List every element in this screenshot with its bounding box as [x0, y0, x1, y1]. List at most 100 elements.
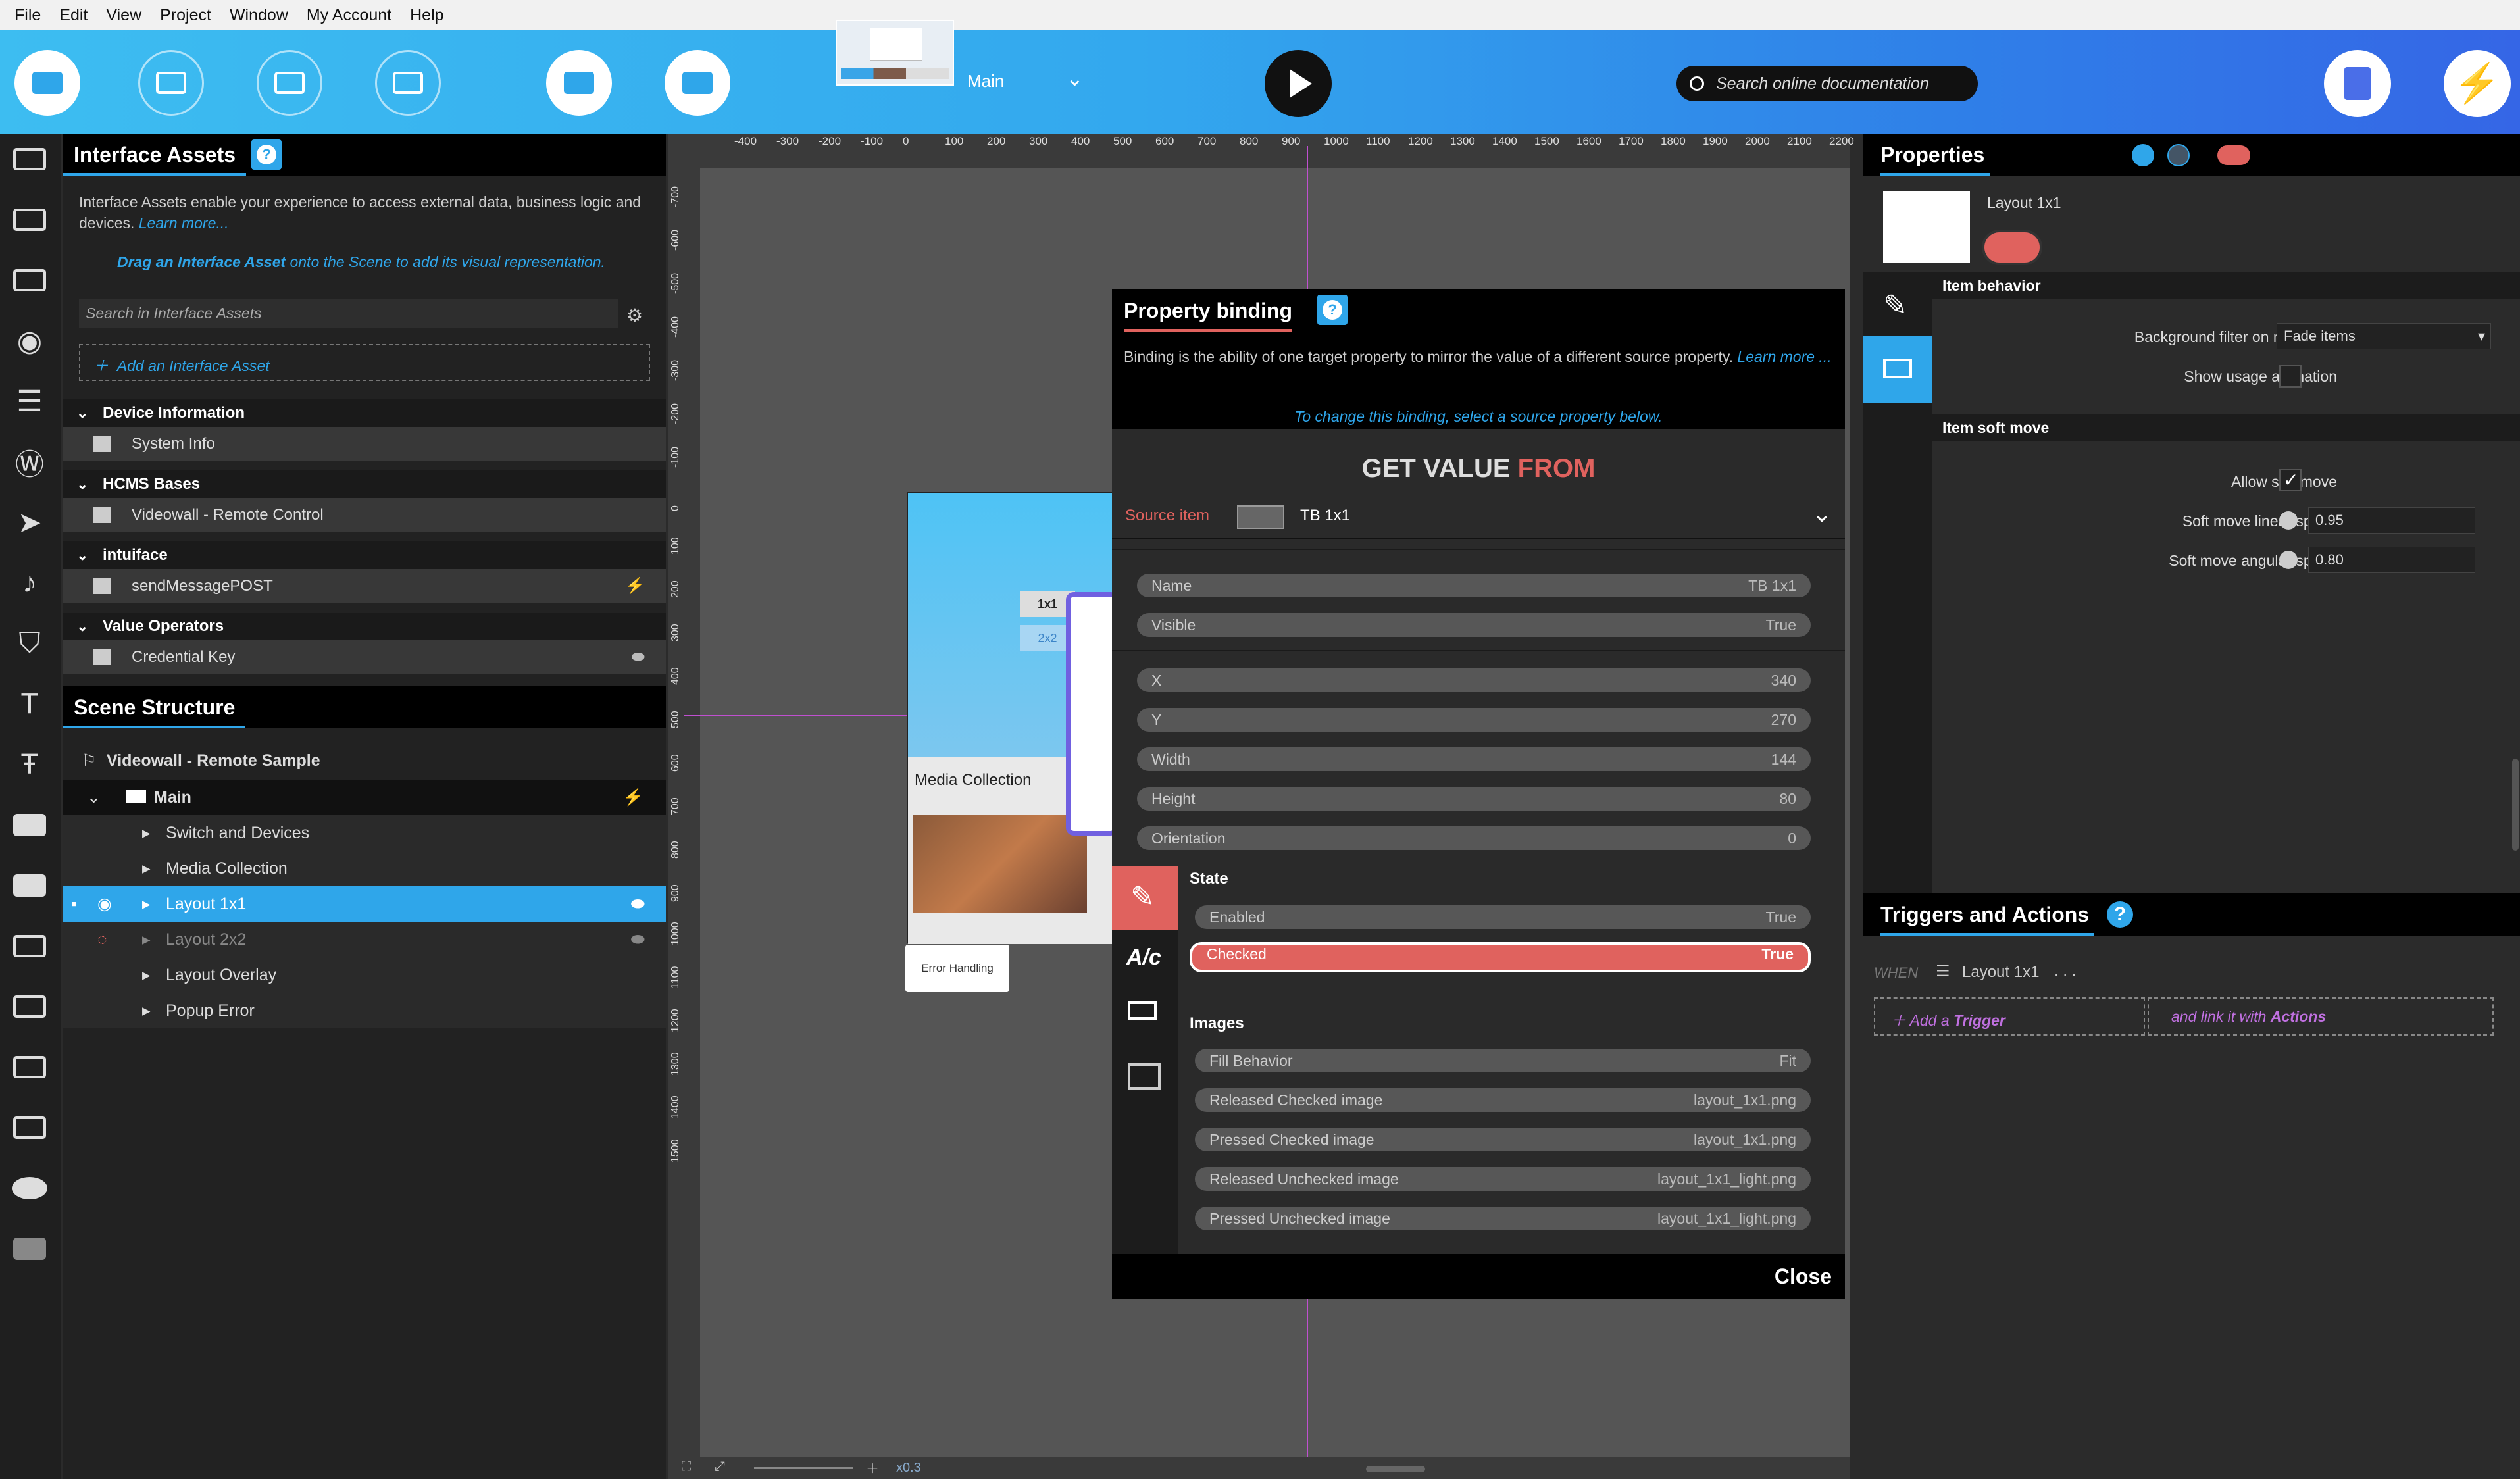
checkbox-icon[interactable]: [10, 1049, 49, 1085]
tree-item-media-collection[interactable]: ▸ Media Collection: [63, 851, 666, 886]
learn-more-link[interactable]: Learn more...: [139, 214, 229, 232]
prop-name[interactable]: Name TB 1x1: [1137, 574, 1811, 597]
prop-pressed-unchecked-image[interactable]: Pressed Unchecked image layout_1x1_light.…: [1195, 1207, 1811, 1230]
audio-icon[interactable]: ♪: [10, 565, 49, 601]
menu-help[interactable]: Help: [410, 6, 443, 25]
html-icon[interactable]: ⛉: [10, 626, 49, 661]
section-hcms-bases[interactable]: ⌄ HCMS Bases: [63, 470, 666, 498]
radio-button-icon[interactable]: [10, 989, 49, 1024]
linear-speed-knob[interactable]: [2279, 511, 2298, 530]
close-button[interactable]: Close: [1775, 1254, 1832, 1299]
expand-icon[interactable]: ⤢: [715, 1459, 725, 1474]
documentation-search[interactable]: Search online documentation: [1676, 66, 1978, 101]
menu-view[interactable]: View: [106, 6, 141, 25]
list-icon[interactable]: ☰: [10, 384, 49, 419]
tree-item-switch-and-devices[interactable]: ▸ Switch and Devices: [63, 815, 666, 851]
text-input-icon[interactable]: Ŧ: [10, 747, 49, 782]
linear-speed-input[interactable]: 0.95: [2308, 507, 2475, 534]
menu-project[interactable]: Project: [160, 6, 211, 25]
prop-height[interactable]: Height 80: [1137, 787, 1811, 811]
assets-button[interactable]: [546, 50, 612, 116]
prop-fill-behavior[interactable]: Fill Behavior Fit: [1195, 1049, 1811, 1072]
prop-width[interactable]: Width 144: [1137, 747, 1811, 771]
angular-speed-input[interactable]: 0.80: [2308, 547, 2475, 573]
source-item-selector[interactable]: Source item TB 1x1 ⌄: [1112, 493, 1845, 539]
error-handling-button[interactable]: Error Handling: [905, 945, 1009, 992]
bg-filter-select[interactable]: Fade items ▾: [2277, 323, 2491, 349]
menu-my-account[interactable]: My Account: [307, 6, 391, 25]
chevron-right-icon[interactable]: ▸: [142, 957, 151, 993]
tree-item-popup-error[interactable]: ▸ Popup Error: [63, 993, 666, 1028]
tree-root[interactable]: ⚐ Videowall - Remote Sample: [63, 743, 666, 778]
visibility-icon[interactable]: ⬬: [631, 922, 645, 957]
scene-preview[interactable]: 1x1 2x2 Media Collection: [907, 492, 1119, 944]
prop-checked[interactable]: Checked True: [1190, 942, 1811, 972]
properties-scrollbar[interactable]: [2512, 759, 2519, 851]
devices-mode-button[interactable]: [138, 50, 204, 116]
chevron-right-icon[interactable]: ▸: [142, 815, 151, 851]
media-player-icon[interactable]: [10, 263, 49, 298]
fit-icon[interactable]: ⛶: [682, 1459, 691, 1474]
show-usage-checkbox[interactable]: [2279, 365, 2302, 388]
prop-visible[interactable]: Visible True: [1137, 613, 1811, 637]
asset-item-videowall-remote[interactable]: Videowall - Remote Control: [63, 498, 666, 532]
tree-item-layout-overlay[interactable]: ▸ Layout Overlay: [63, 957, 666, 993]
chevron-right-icon[interactable]: ▸: [142, 851, 151, 886]
eye-hidden-icon[interactable]: ◌: [97, 922, 107, 957]
add-interface-asset-button[interactable]: ＋ Add an Interface Asset: [79, 344, 650, 381]
selected-layout-frame[interactable]: [1066, 592, 1119, 836]
section-value-operators[interactable]: ⌄ Value Operators: [63, 613, 666, 640]
text-icon[interactable]: T: [10, 686, 49, 722]
send-icon[interactable]: ➤: [10, 505, 49, 540]
media-image[interactable]: [913, 815, 1087, 913]
link-actions-button[interactable]: and link it with Actions: [2148, 997, 2494, 1036]
documentation-button[interactable]: [2324, 50, 2391, 117]
horizontal-scrollbar[interactable]: [1366, 1466, 1425, 1472]
tree-scene-main[interactable]: ⌄ Main ⚡: [63, 780, 666, 815]
web-browser-icon[interactable]: Ⓦ: [10, 444, 49, 481]
section-device-information[interactable]: ⌄ Device Information: [63, 399, 666, 427]
eye-icon[interactable]: ◉: [97, 886, 112, 922]
visibility-icon[interactable]: ⬬: [631, 886, 645, 922]
binding-pill-icon[interactable]: [1982, 230, 2042, 265]
asset-item-sendmessagepost[interactable]: sendMessagePOST ⚡: [63, 569, 666, 603]
prop-orientation[interactable]: Orientation 0: [1137, 826, 1811, 850]
chevron-down-icon[interactable]: ⌄: [87, 780, 101, 815]
tree-item-layout-2x2[interactable]: ◌ ▸ Layout 2x2 ⬬: [63, 922, 666, 957]
paint-brush-icon[interactable]: ✎: [1883, 289, 1907, 322]
menu-window[interactable]: Window: [230, 6, 288, 25]
text-style-icon[interactable]: A/c: [1126, 945, 1161, 970]
chevron-right-icon[interactable]: ▸: [142, 886, 151, 922]
binding-status-icon[interactable]: [2132, 144, 2154, 166]
binding-mode-icon[interactable]: [2217, 145, 2250, 165]
chevron-down-icon[interactable]: ⌄: [1066, 66, 1084, 91]
scene-thumbnail[interactable]: [836, 20, 954, 86]
webcam-icon[interactable]: ◉: [10, 323, 49, 359]
chevron-right-icon[interactable]: ▸: [142, 993, 151, 1028]
tree-item-layout-1x1[interactable]: ▪ ◉ ▸ Layout 1x1 ⬬: [63, 886, 666, 922]
prop-released-checked-image[interactable]: Released Checked image layout_1x1.png: [1195, 1088, 1811, 1112]
actions-button[interactable]: ⚡: [2444, 50, 2511, 117]
menu-edit[interactable]: Edit: [59, 6, 88, 25]
globe-icon[interactable]: [2167, 144, 2190, 166]
layers-button[interactable]: [665, 50, 730, 116]
hierarchy-mode-button[interactable]: [257, 50, 322, 116]
prop-y[interactable]: Y 270: [1137, 708, 1811, 732]
trigger-more[interactable]: . . .: [2054, 962, 2076, 980]
help-button[interactable]: ?: [1317, 295, 1348, 325]
asset-item-credential-key[interactable]: Credential Key ⬬: [63, 640, 666, 674]
button-icon[interactable]: [10, 807, 49, 843]
lock-icon[interactable]: ▪: [71, 886, 77, 922]
learn-more-link[interactable]: Learn more ...: [1737, 348, 1831, 365]
prop-x[interactable]: X 340: [1137, 668, 1811, 692]
prop-pressed-checked-image[interactable]: Pressed Checked image layout_1x1.png: [1195, 1128, 1811, 1151]
play-button[interactable]: [1265, 50, 1332, 117]
zoom-slider[interactable]: [754, 1467, 853, 1469]
slider-icon[interactable]: [10, 1110, 49, 1145]
prop-enabled[interactable]: Enabled True: [1195, 905, 1811, 929]
layout-icon[interactable]: [1128, 1001, 1157, 1020]
allow-soft-move-checkbox[interactable]: [2279, 469, 2302, 491]
help-button[interactable]: ?: [251, 139, 282, 170]
frame-icon[interactable]: [1128, 1063, 1161, 1090]
rectangle-icon[interactable]: [10, 1231, 49, 1266]
